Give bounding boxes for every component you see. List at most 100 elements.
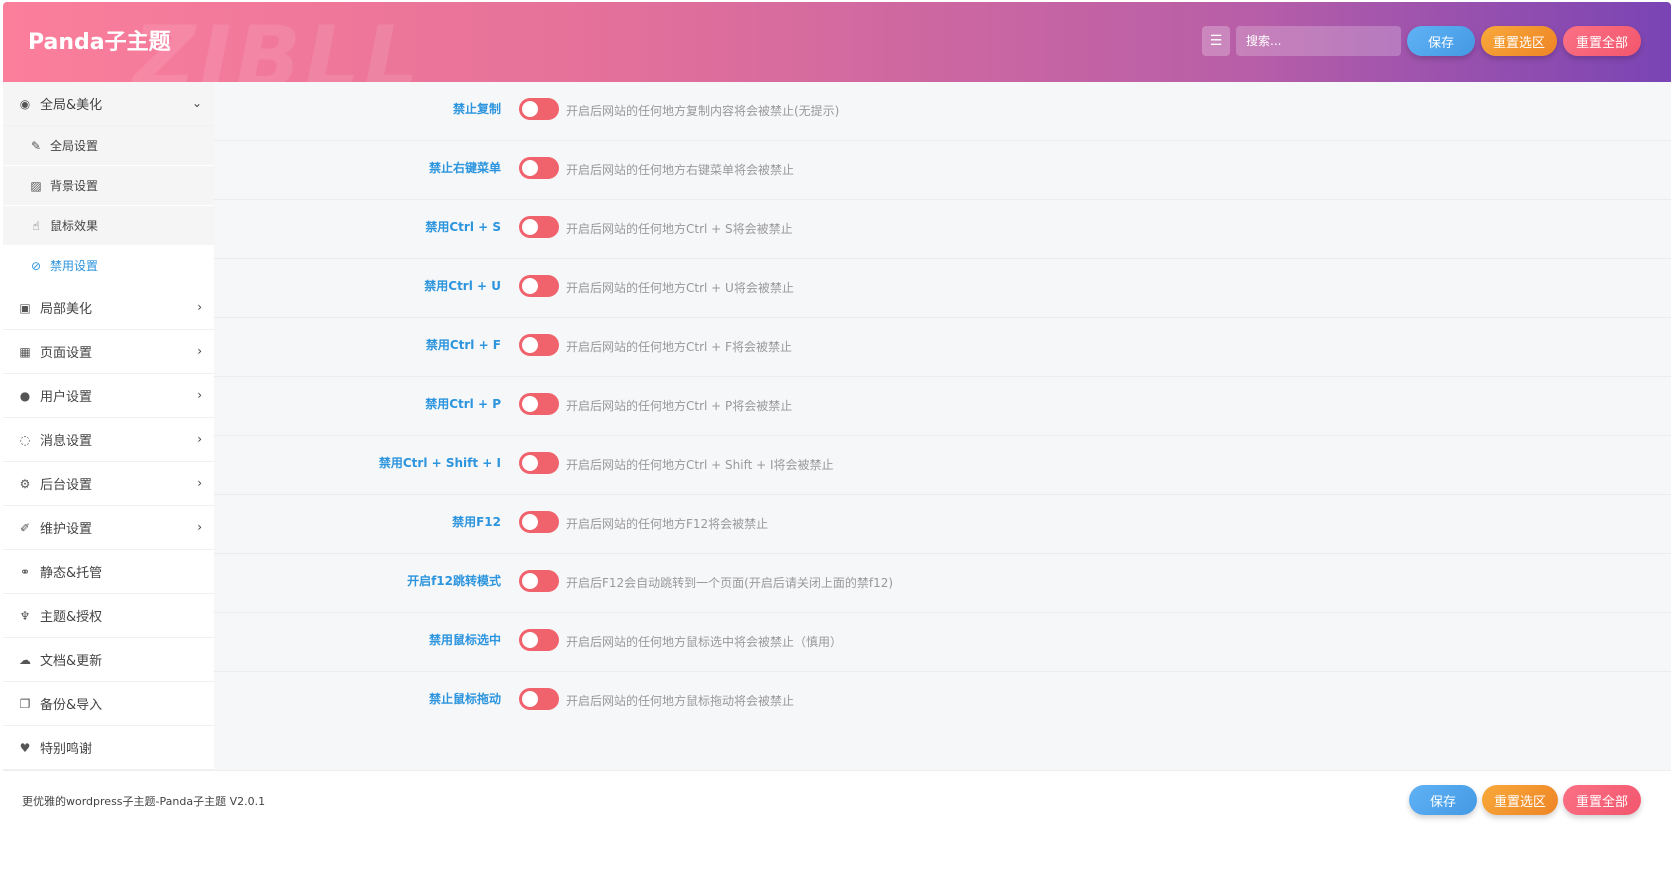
copy-icon: ❐ [19, 696, 31, 711]
setting-label: 禁用F12 [452, 515, 501, 529]
sidebar-item-page[interactable]: ▦ 页面设置 › [3, 330, 214, 374]
ban-icon: ⊘ [30, 258, 42, 273]
sidebar-item-user[interactable]: ● 用户设置 › [3, 374, 214, 418]
setting-description: 开启后网站的任何地方右键菜单将会被禁止 [566, 163, 795, 177]
sidebar-item-global[interactable]: ◉ 全局&美化 ⌄ [3, 82, 214, 126]
dot-circle-icon: ◉ [19, 96, 31, 111]
setting-label: 禁用Ctrl + Shift + I [378, 456, 501, 470]
setting-label: 开启f12跳转模式 [407, 574, 501, 588]
expand-list-icon[interactable]: ☰ [1202, 26, 1230, 56]
footer-bar: 更优雅的wordpress子主题-Panda子主题 V2.0.1 保存 重置选区… [3, 770, 1671, 873]
footer-save-button[interactable]: 保存 [1409, 785, 1477, 815]
setting-toggle[interactable] [519, 98, 559, 120]
sidebar-item-label: 维护设置 [40, 522, 93, 537]
save-button[interactable]: 保存 [1407, 26, 1475, 56]
chevron-down-icon: ⌄ [191, 96, 202, 110]
sidebar-subitem-label: 全局设置 [50, 139, 99, 153]
sidebar-item-message[interactable]: ◌ 消息设置 › [3, 418, 214, 462]
picture-frame-icon: ▣ [19, 300, 31, 315]
sidebar-item-static[interactable]: ⚭ 静态&托管 [3, 550, 214, 594]
setting-row-disable-selection: 禁用鼠标选中 开启后网站的任何地方鼠标选中将会被禁止（慎用） [214, 613, 1671, 672]
sidebar-item-local-beautify[interactable]: ▣ 局部美化 › [3, 286, 214, 330]
setting-toggle[interactable] [519, 157, 559, 179]
setting-toggle[interactable] [519, 334, 559, 356]
setting-description: 开启后网站的任何地方Ctrl + S将会被禁止 [566, 222, 793, 236]
setting-row-disable-copy: 禁止复制 开启后网站的任何地方复制内容将会被禁止(无提示) [214, 82, 1671, 141]
chat-bubble-icon: ◌ [19, 432, 31, 447]
setting-toggle[interactable] [519, 629, 559, 651]
footer-reset-section-button[interactable]: 重置选区 [1482, 785, 1558, 815]
sidebar-item-label: 主题&授权 [40, 610, 103, 625]
pointer-hand-icon: ☝ [32, 218, 40, 233]
setting-label: 禁用Ctrl + S [425, 220, 501, 234]
sidebar-item-docs[interactable]: ☁ 文档&更新 [3, 638, 214, 682]
setting-toggle[interactable] [519, 570, 559, 592]
chevron-right-icon: › [197, 432, 202, 446]
setting-row-disable-ctrl-u: 禁用Ctrl + U 开启后网站的任何地方Ctrl + U将会被禁止 [214, 259, 1671, 318]
setting-description: 开启后网站的任何地方Ctrl + F将会被禁止 [566, 340, 792, 354]
setting-label: 禁止鼠标拖动 [428, 692, 501, 706]
setting-toggle[interactable] [519, 511, 559, 533]
setting-label: 禁用鼠标选中 [428, 633, 501, 647]
setting-description: 开启后网站的任何地方F12将会被禁止 [566, 517, 769, 531]
sidebar-item-label: 文档&更新 [40, 654, 103, 669]
header-watermark: ZIBLL [133, 8, 423, 82]
setting-toggle[interactable] [519, 393, 559, 415]
sidebar-item-label: 特别鸣谢 [40, 742, 93, 757]
sidebar-item-label: 局部美化 [40, 302, 93, 317]
reset-section-button[interactable]: 重置选区 [1481, 26, 1557, 56]
setting-toggle[interactable] [519, 688, 559, 710]
setting-row-disable-ctrl-p: 禁用Ctrl + P 开启后网站的任何地方Ctrl + P将会被禁止 [214, 377, 1671, 436]
setting-label: 禁止右键菜单 [428, 161, 501, 175]
sidebar-subitem-background[interactable]: ▨ 背景设置 [3, 166, 214, 206]
header-tools: ☰ 保存 重置选区 重置全部 [1202, 26, 1641, 56]
setting-label: 禁止复制 [452, 102, 501, 116]
sidebar-item-label: 备份&导入 [40, 698, 103, 713]
image-icon: ▨ [30, 178, 42, 193]
chevron-right-icon: › [197, 476, 202, 490]
handshake-icon: ⚭ [19, 564, 31, 579]
footer-credit: 更优雅的wordpress子主题-Panda子主题 V2.0.1 [22, 795, 266, 808]
setting-description: 开启后F12会自动跳转到一个页面(开启后请关闭上面的禁f12) [566, 576, 894, 590]
header-bar: ZIBLL Panda子主题 ☰ 保存 重置选区 重置全部 [3, 2, 1671, 82]
sidebar-item-theme[interactable]: ♆ 主题&授权 [3, 594, 214, 638]
setting-row-disable-ctrl-s: 禁用Ctrl + S 开启后网站的任何地方Ctrl + S将会被禁止 [214, 200, 1671, 259]
chevron-right-icon: › [197, 388, 202, 402]
footer-reset-all-button[interactable]: 重置全部 [1563, 785, 1641, 815]
setting-toggle[interactable] [519, 452, 559, 474]
brush-icon: ✎ [30, 138, 42, 153]
setting-row-disable-context-menu: 禁止右键菜单 开启后网站的任何地方右键菜单将会被禁止 [214, 141, 1671, 200]
sidebar-item-label: 页面设置 [40, 346, 93, 361]
setting-row-disable-ctrl-f: 禁用Ctrl + F 开启后网站的任何地方Ctrl + F将会被禁止 [214, 318, 1671, 377]
sidebar-item-label: 用户设置 [40, 390, 93, 405]
sidebar-subitem-disable[interactable]: ⊘ 禁用设置 [3, 246, 214, 286]
sidebar-item-maintenance[interactable]: ✐ 维护设置 › [3, 506, 214, 550]
sidebar: ◉ 全局&美化 ⌄ ✎ 全局设置 ▨ 背景设置 ☝ 鼠标效果 ⊘ 禁用设置 ▣ [3, 82, 214, 770]
search-input[interactable] [1236, 26, 1401, 56]
chevron-right-icon: › [197, 344, 202, 358]
sidebar-subitem-label: 鼠标效果 [50, 219, 99, 233]
chevron-right-icon: › [197, 520, 202, 534]
reset-all-button[interactable]: 重置全部 [1563, 26, 1641, 56]
setting-label: 禁用Ctrl + U [424, 279, 501, 293]
wrench-icon: ✐ [19, 520, 31, 535]
sidebar-subitem-label: 禁用设置 [50, 259, 99, 273]
footer-tools: 保存 重置选区 重置全部 [1409, 785, 1641, 815]
cloud-download-icon: ☁ [19, 652, 31, 667]
sidebar-item-label: 全局&美化 [40, 98, 103, 113]
sidebar-item-backend[interactable]: ⚙ 后台设置 › [3, 462, 214, 506]
sidebar-subitem-global-settings[interactable]: ✎ 全局设置 [3, 126, 214, 166]
setting-row-disable-drag: 禁止鼠标拖动 开启后网站的任何地方鼠标拖动将会被禁止 [214, 672, 1671, 731]
sidebar-item-backup[interactable]: ❐ 备份&导入 [3, 682, 214, 726]
sidebar-item-label: 后台设置 [40, 478, 93, 493]
heart-icon: ♥ [19, 740, 31, 755]
sidebar-subitem-mouse[interactable]: ☝ 鼠标效果 [3, 206, 214, 246]
sidebar-item-thanks[interactable]: ♥ 特别鸣谢 [3, 726, 214, 770]
setting-row-disable-ctrl-shift-i: 禁用Ctrl + Shift + I 开启后网站的任何地方Ctrl + Shif… [214, 436, 1671, 495]
setting-toggle[interactable] [519, 275, 559, 297]
sidebar-subitem-label: 背景设置 [50, 179, 99, 193]
chevron-right-icon: › [197, 300, 202, 314]
setting-description: 开启后网站的任何地方鼠标拖动将会被禁止 [566, 694, 795, 708]
app-title: Panda子主题 [28, 30, 171, 55]
setting-toggle[interactable] [519, 216, 559, 238]
